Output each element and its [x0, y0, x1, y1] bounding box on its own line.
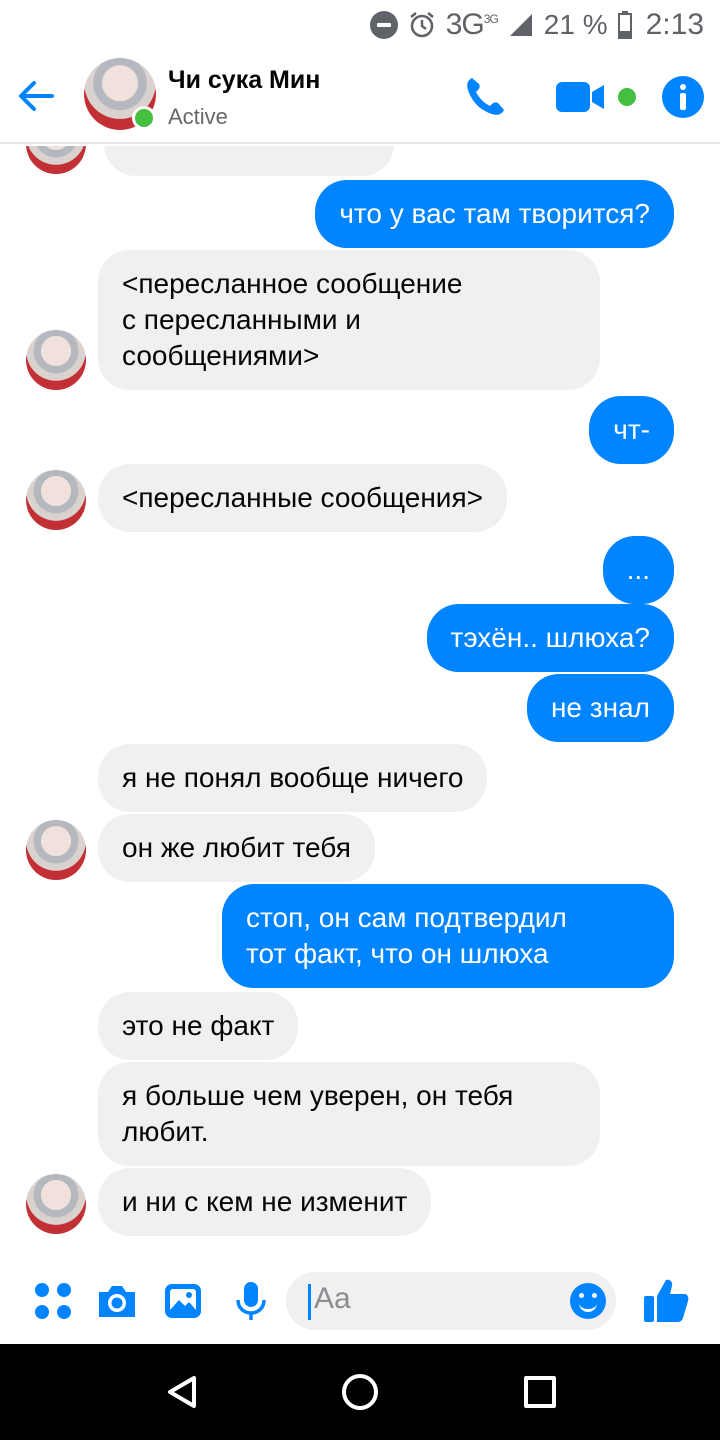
- info-icon[interactable]: [662, 76, 704, 118]
- message-line: <пересланное сообщение: [122, 268, 463, 299]
- video-call-icon[interactable]: [556, 80, 606, 114]
- message-line: я больше чем уверен, он тебя: [122, 1080, 514, 1111]
- sender-avatar: [26, 470, 86, 530]
- message-line: с пересланными и: [122, 304, 361, 335]
- microphone-icon[interactable]: [230, 1280, 272, 1322]
- message-bubble-incoming[interactable]: я не понял вообще ничего: [98, 744, 488, 812]
- message-bubble-outgoing[interactable]: тэхён.. шлюха?: [426, 604, 674, 672]
- message-bubble-incoming[interactable]: я больше чем уверен, он тебя любит.: [98, 1062, 600, 1166]
- more-actions-icon[interactable]: [32, 1280, 74, 1322]
- contact-status: Active: [168, 104, 228, 129]
- phone-call-icon[interactable]: [462, 74, 508, 120]
- message-bubble-partial[interactable]: [104, 146, 394, 176]
- nav-back-icon[interactable]: [164, 1374, 200, 1410]
- nav-recent-apps-icon[interactable]: [524, 1376, 556, 1408]
- message-list[interactable]: что у вас там творится? <пересланное соо…: [0, 146, 720, 1258]
- conversation-header: Чи сука Мин Active: [0, 50, 720, 144]
- sender-avatar: [26, 820, 86, 880]
- message-line: тот факт, что он шлюха: [246, 938, 549, 969]
- message-bubble-outgoing[interactable]: что у вас там творится?: [315, 180, 674, 248]
- message-bubble-incoming[interactable]: и ни с кем не изменит: [98, 1168, 432, 1236]
- message-input-placeholder: Aa: [314, 1282, 351, 1315]
- nav-home-icon[interactable]: [342, 1374, 378, 1410]
- sender-avatar: [26, 330, 86, 390]
- sender-avatar: [26, 146, 86, 174]
- online-indicator: [132, 106, 156, 130]
- status-icons: 3G3G 21 % 2:13: [369, 6, 704, 44]
- gallery-icon[interactable]: [162, 1280, 204, 1322]
- message-line: сообщениями>: [122, 340, 320, 371]
- sender-avatar: [26, 1174, 86, 1234]
- system-navigation-bar: [0, 1344, 720, 1440]
- message-bubble-outgoing[interactable]: не знал: [526, 674, 674, 742]
- message-bubble-incoming[interactable]: <пересланное сообщение с пересланными и …: [98, 250, 600, 390]
- message-bubble-outgoing[interactable]: чт-: [589, 396, 674, 464]
- message-bubble-outgoing[interactable]: ...: [602, 536, 674, 604]
- message-bubble-incoming[interactable]: <пересланные сообщения>: [98, 464, 507, 532]
- camera-icon[interactable]: [96, 1280, 138, 1322]
- text-caret: [308, 1284, 311, 1320]
- emoji-icon[interactable]: [570, 1283, 606, 1319]
- active-call-dot: [618, 88, 636, 106]
- signal-icon: [509, 14, 532, 36]
- network-type: 3G3G: [445, 8, 499, 41]
- message-bubble-incoming[interactable]: он же любит тебя: [98, 814, 375, 882]
- battery-percent: 21 %: [543, 9, 608, 40]
- do-not-disturb-icon: [369, 11, 398, 39]
- message-bubble-outgoing[interactable]: стоп, он сам подтвердил тот факт, что он…: [222, 884, 674, 988]
- battery-icon: [617, 11, 632, 39]
- message-line: стоп, он сам подтвердил: [246, 902, 567, 933]
- back-arrow-icon[interactable]: [14, 74, 58, 118]
- like-thumbs-up-icon[interactable]: [642, 1276, 690, 1324]
- message-composer: Aa: [0, 1258, 720, 1344]
- status-bar: 3G3G 21 % 2:13: [0, 0, 720, 50]
- alarm-icon: [409, 12, 434, 38]
- clock: 2:13: [645, 8, 704, 41]
- contact-name[interactable]: Чи сука Мин: [168, 66, 320, 95]
- message-bubble-incoming[interactable]: это не факт: [98, 992, 299, 1060]
- message-line: любит.: [122, 1116, 209, 1147]
- message-input[interactable]: Aa: [286, 1272, 616, 1330]
